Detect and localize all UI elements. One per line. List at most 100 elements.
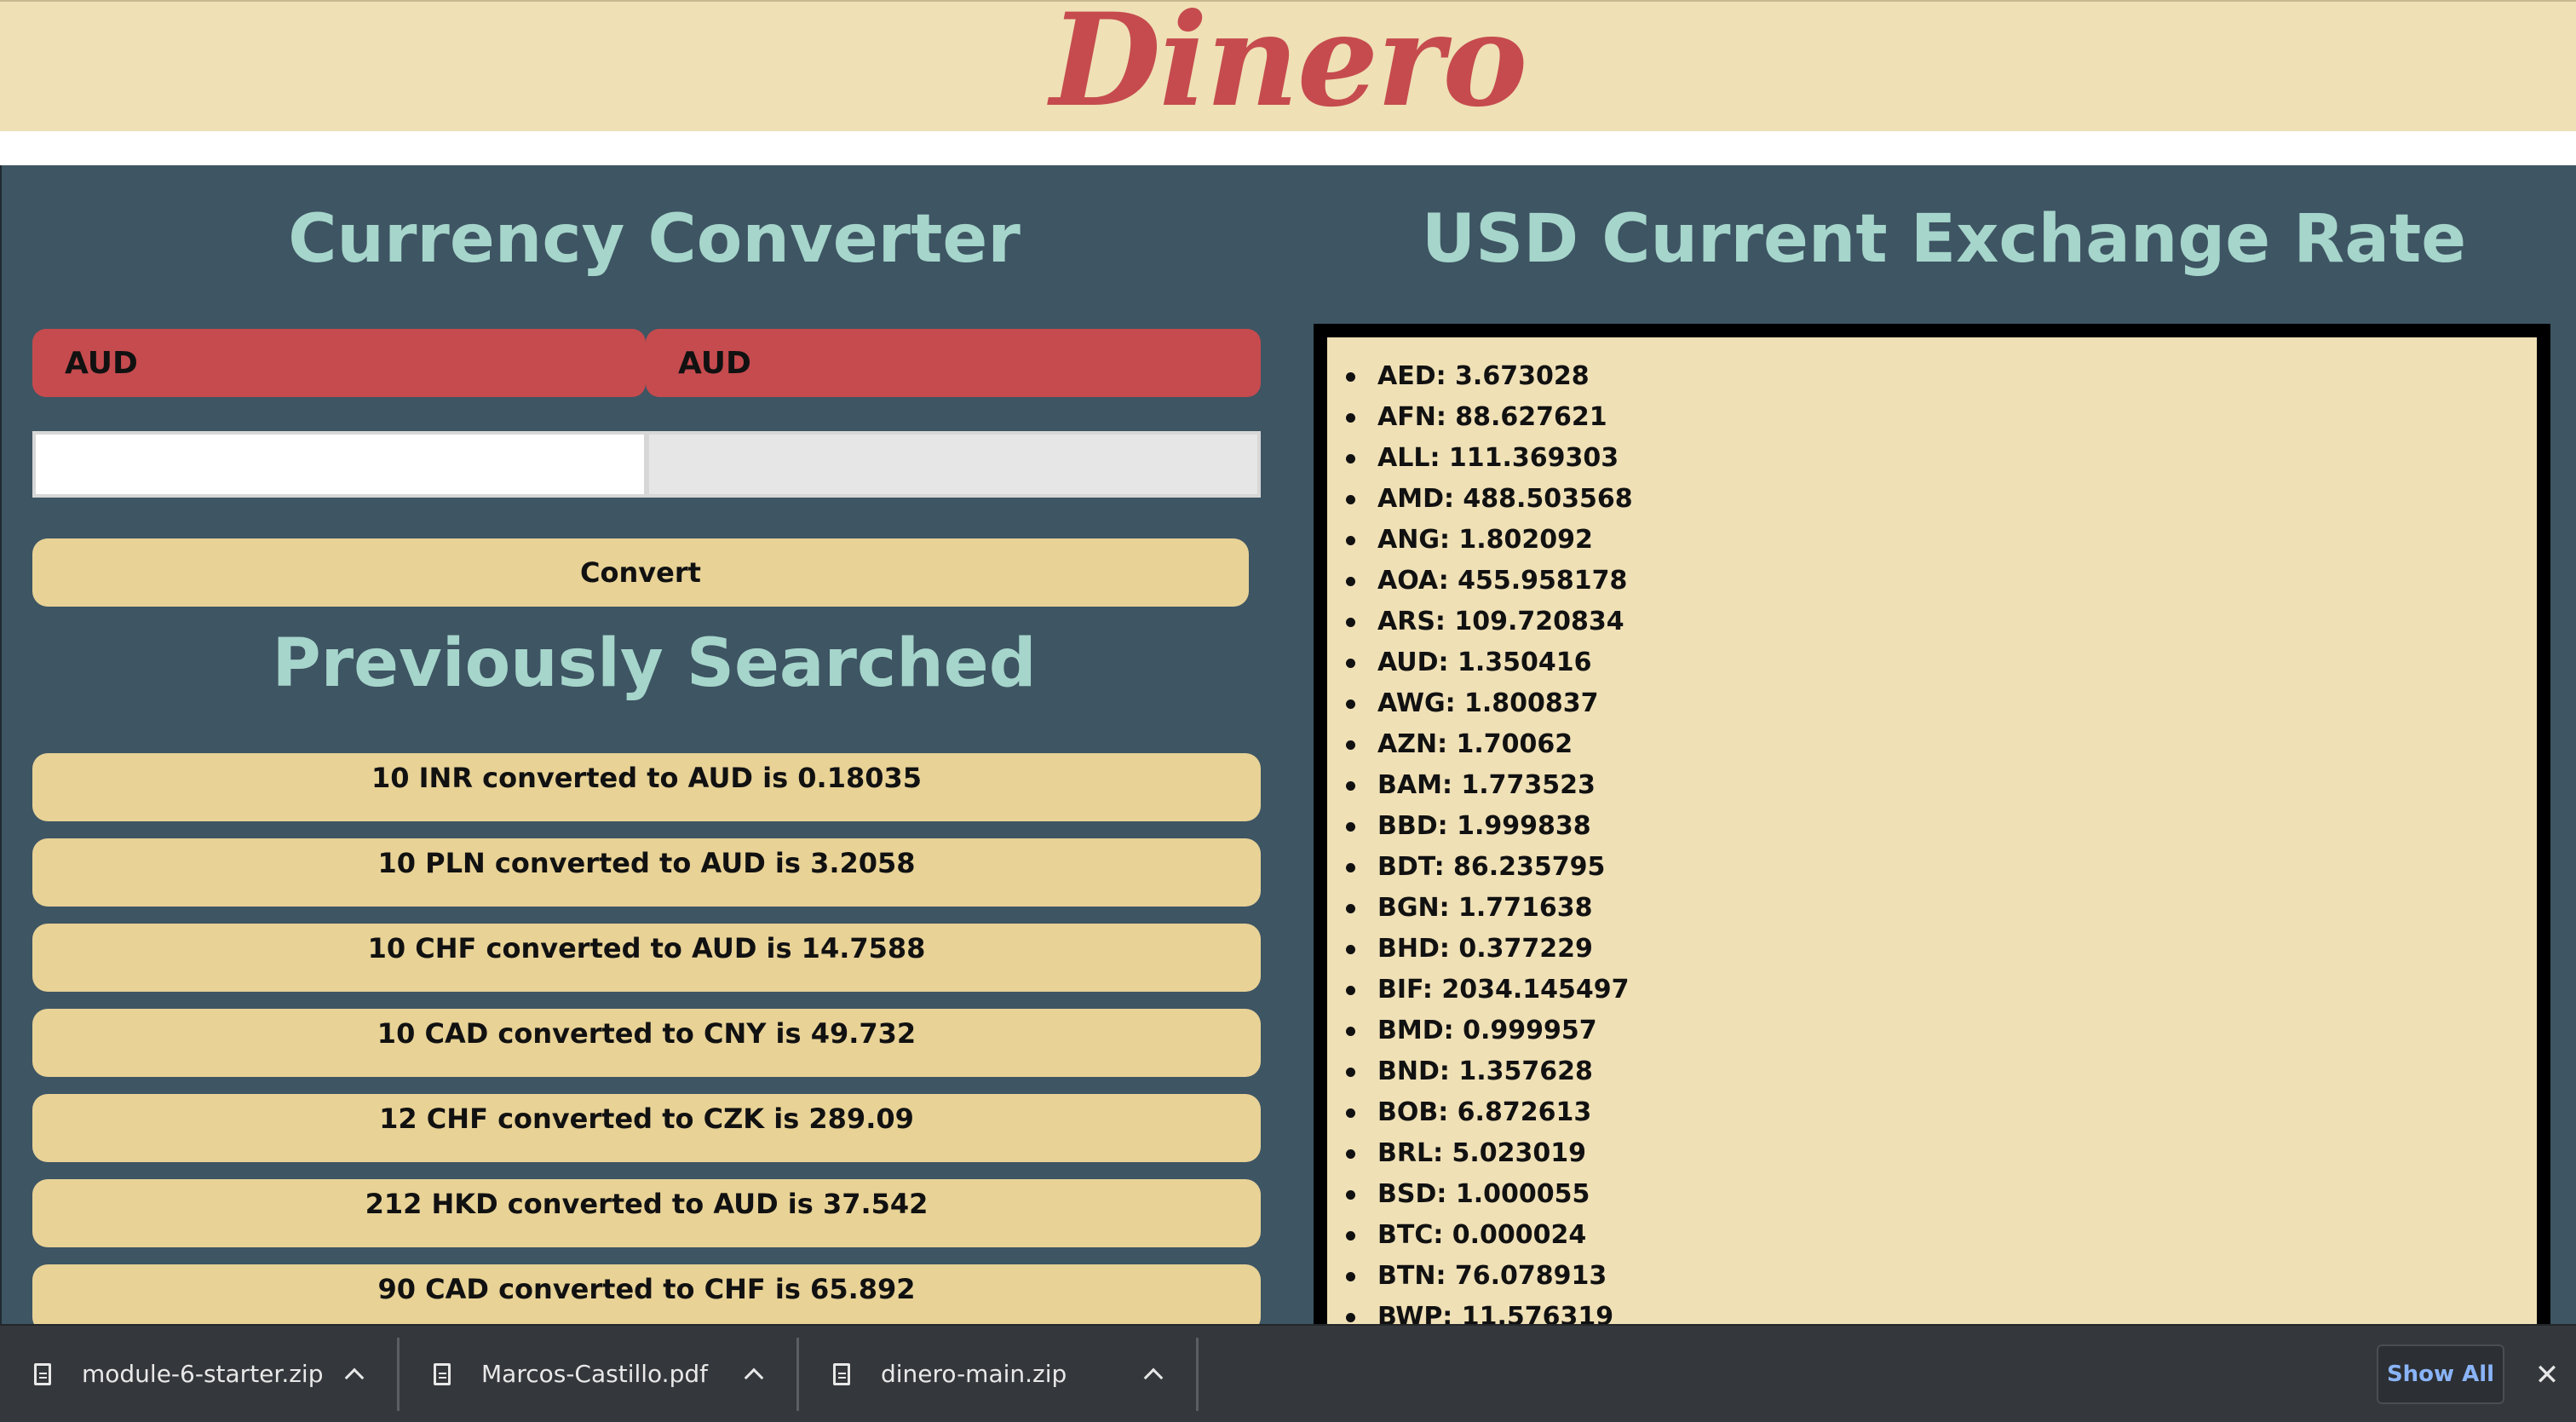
- rate-item: AWG: 1.800837: [1344, 683, 2537, 724]
- history-item[interactable]: 10 INR converted to AUD is 0.18035: [32, 753, 1261, 821]
- bullet-icon: [1346, 985, 1355, 995]
- app-header: Dinero: [0, 0, 2576, 131]
- history-item[interactable]: 10 PLN converted to AUD is 3.2058: [32, 838, 1261, 907]
- rates-panel[interactable]: AED: 3.673028 AFN: 88.627621 ALL: 111.36…: [1314, 324, 2550, 1329]
- download-item[interactable]: dinero-main.zip: [799, 1325, 1196, 1422]
- bullet-icon: [1346, 1230, 1355, 1241]
- chevron-up-icon[interactable]: [1143, 1367, 1164, 1387]
- chevron-up-icon[interactable]: [344, 1367, 365, 1387]
- convert-button[interactable]: Convert: [32, 538, 1249, 607]
- rate-item: AOA: 455.958178: [1344, 561, 2537, 602]
- file-icon: [833, 1362, 850, 1385]
- bullet-icon: [1346, 371, 1355, 382]
- rate-item: AFN: 88.627621: [1344, 397, 2537, 438]
- download-shelf: module-6-starter.zip Marcos-Castillo.pdf…: [0, 1324, 2576, 1422]
- divider: [1196, 1337, 1199, 1411]
- rate-item: BTC: 0.000024: [1344, 1215, 2537, 1256]
- rate-text: BHD: 0.377229: [1377, 934, 1593, 964]
- to-amount-output: [646, 431, 1261, 498]
- history-title: Previously Searched: [272, 625, 1037, 702]
- rate-text: BOB: 6.872613: [1377, 1097, 1592, 1127]
- from-amount-input[interactable]: [32, 431, 647, 498]
- rate-text: AMD: 488.503568: [1377, 484, 1633, 514]
- download-item[interactable]: module-6-starter.zip: [0, 1325, 397, 1422]
- rate-item: BTN: 76.078913: [1344, 1256, 2537, 1297]
- bullet-icon: [1346, 576, 1355, 586]
- chevron-up-icon[interactable]: [744, 1367, 764, 1387]
- rate-text: ARS: 109.720834: [1377, 607, 1624, 636]
- download-item[interactable]: Marcos-Castillo.pdf: [400, 1325, 796, 1422]
- rate-item: BIF: 2034.145497: [1344, 970, 2537, 1010]
- bullet-icon: [1346, 740, 1355, 750]
- bullet-icon: [1346, 944, 1355, 954]
- rate-text: AWG: 1.800837: [1377, 688, 1599, 718]
- from-currency-select[interactable]: AUD: [32, 329, 646, 397]
- rate-item: BND: 1.357628: [1344, 1051, 2537, 1092]
- rate-text: BSD: 1.000055: [1377, 1179, 1590, 1209]
- bullet-icon: [1346, 821, 1355, 832]
- to-currency-select[interactable]: AUD: [646, 329, 1261, 397]
- history-list: 10 INR converted to AUD is 0.18035 10 PL…: [32, 753, 1261, 1350]
- file-icon: [34, 1362, 51, 1385]
- rate-item: BHD: 0.377229: [1344, 929, 2537, 970]
- bullet-icon: [1346, 617, 1355, 627]
- rate-item: BBD: 1.999838: [1344, 806, 2537, 847]
- history-item[interactable]: 12 CHF converted to CZK is 289.09: [32, 1094, 1261, 1162]
- bullet-icon: [1346, 1312, 1355, 1322]
- rate-text: BIF: 2034.145497: [1377, 975, 1630, 1005]
- rate-text: BRL: 5.023019: [1377, 1138, 1587, 1168]
- history-item[interactable]: 212 HKD converted to AUD is 37.542: [32, 1179, 1261, 1247]
- bullet-icon: [1346, 1067, 1355, 1077]
- rate-text: BGN: 1.771638: [1377, 893, 1593, 923]
- bullet-icon: [1346, 494, 1355, 504]
- rate-item: ARS: 109.720834: [1344, 602, 2537, 642]
- history-item[interactable]: 10 CAD converted to CNY is 49.732: [32, 1009, 1261, 1077]
- main-panel: Currency Converter USD Current Exchange …: [0, 165, 2576, 1333]
- rate-item: ANG: 1.802092: [1344, 520, 2537, 561]
- bullet-icon: [1346, 1108, 1355, 1118]
- bullet-icon: [1346, 1026, 1355, 1036]
- rate-text: BTC: 0.000024: [1377, 1220, 1587, 1250]
- bullet-icon: [1346, 535, 1355, 545]
- rates-scroll-area[interactable]: AED: 3.673028 AFN: 88.627621 ALL: 111.36…: [1327, 337, 2537, 1329]
- history-item[interactable]: 90 CAD converted to CHF is 65.892: [32, 1264, 1261, 1333]
- rate-text: AED: 3.673028: [1377, 361, 1590, 391]
- converter-title: Currency Converter: [288, 201, 1021, 278]
- rate-text: BND: 1.357628: [1377, 1056, 1593, 1086]
- show-all-button[interactable]: Show All: [2377, 1344, 2504, 1404]
- close-icon[interactable]: ✕: [2532, 1360, 2562, 1390]
- bullet-icon: [1346, 412, 1355, 423]
- file-icon: [434, 1362, 451, 1385]
- rate-item: AZN: 1.70062: [1344, 724, 2537, 765]
- download-filename: module-6-starter.zip: [82, 1360, 324, 1388]
- rate-text: AFN: 88.627621: [1377, 402, 1607, 432]
- rate-text: BAM: 1.773523: [1377, 770, 1596, 800]
- rate-item: AUD: 1.350416: [1344, 642, 2537, 683]
- rate-item: BAM: 1.773523: [1344, 765, 2537, 806]
- rate-text: ANG: 1.802092: [1377, 525, 1593, 555]
- rate-item: AED: 3.673028: [1344, 356, 2537, 397]
- rates-title: USD Current Exchange Rate: [1421, 201, 2467, 278]
- bullet-icon: [1346, 453, 1355, 463]
- rate-text: BMD: 0.999957: [1377, 1016, 1597, 1045]
- download-filename: Marcos-Castillo.pdf: [481, 1360, 708, 1388]
- history-item[interactable]: 10 CHF converted to AUD is 14.7588: [32, 924, 1261, 992]
- bullet-icon: [1346, 903, 1355, 913]
- bullet-icon: [1346, 699, 1355, 709]
- app-logo[interactable]: Dinero: [1050, 0, 1528, 124]
- rate-item: BOB: 6.872613: [1344, 1092, 2537, 1133]
- rate-text: AOA: 455.958178: [1377, 566, 1628, 596]
- bullet-icon: [1346, 862, 1355, 872]
- download-filename: dinero-main.zip: [881, 1360, 1067, 1388]
- rate-text: AUD: 1.350416: [1377, 648, 1592, 677]
- rate-item: BDT: 86.235795: [1344, 847, 2537, 888]
- bullet-icon: [1346, 1149, 1355, 1159]
- rate-text: BBD: 1.999838: [1377, 811, 1591, 841]
- rate-item: BSD: 1.000055: [1344, 1174, 2537, 1215]
- rate-text: ALL: 111.369303: [1377, 443, 1619, 473]
- rate-text: BDT: 86.235795: [1377, 852, 1606, 882]
- rate-item: AMD: 488.503568: [1344, 479, 2537, 520]
- bullet-icon: [1346, 780, 1355, 791]
- rate-text: BTN: 76.078913: [1377, 1261, 1607, 1291]
- bullet-icon: [1346, 1271, 1355, 1281]
